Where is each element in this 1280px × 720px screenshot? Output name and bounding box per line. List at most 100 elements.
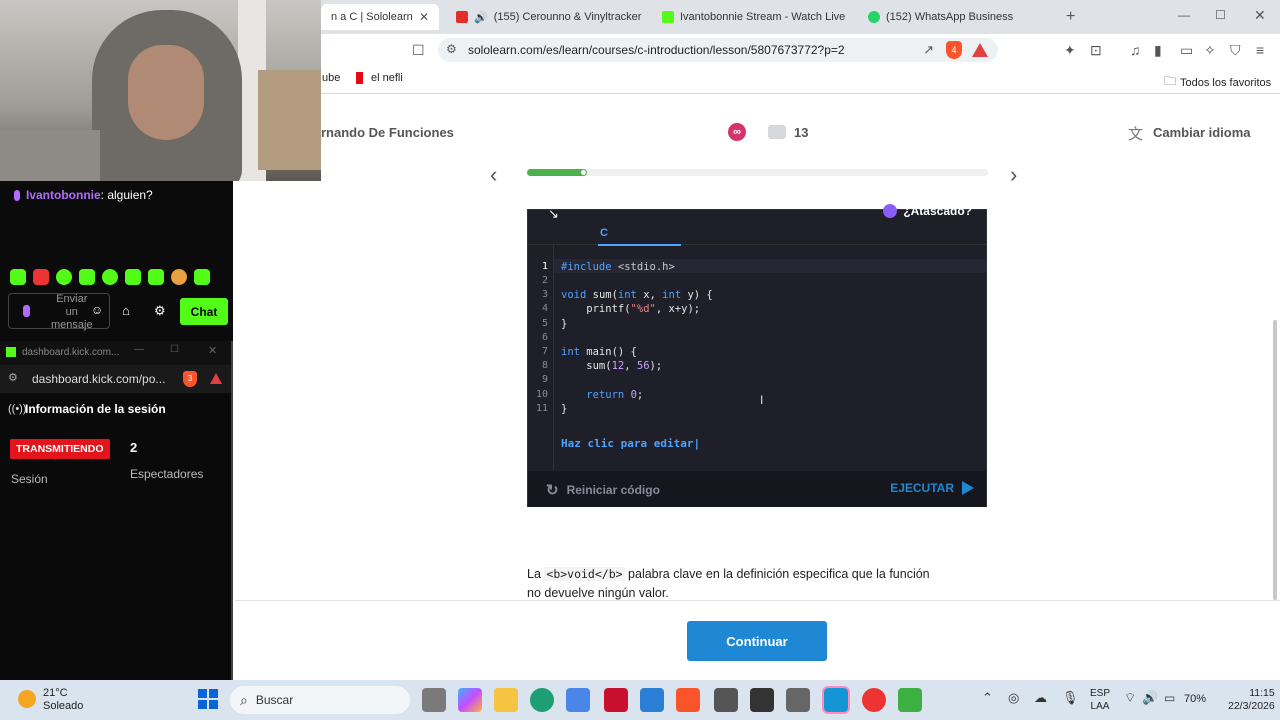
collapse-icon[interactable]: ↘ [548,206,559,222]
task-view-icon[interactable] [422,688,446,712]
tab-sololearn[interactable]: n a C | Sololearn: Lea ✕ [321,4,439,30]
bookmark-icon[interactable]: ☐ [412,42,425,59]
settings-icon[interactable]: ⚙ [154,303,166,319]
emote-icon[interactable] [33,269,49,285]
emote-icon[interactable] [79,269,95,285]
wallet-icon[interactable]: ▭ [1180,42,1193,59]
network-app-icon[interactable] [750,688,774,712]
emote-icon[interactable] [171,269,187,285]
close-icon[interactable]: ✕ [419,10,429,24]
brave-shield-icon[interactable]: 4 [946,41,962,59]
emote-icon[interactable] [102,269,118,285]
emoji-icon[interactable]: ☺ [91,303,103,317]
store-icon[interactable]: ⌂ [122,303,130,318]
battery-percent: 70% [1184,693,1207,705]
brave-shield-icon[interactable]: 3 [183,371,197,387]
live-status-badge: TRANSMITIENDO [10,439,110,459]
active-app-icon[interactable] [822,686,850,714]
page-scrollbar[interactable] [1273,320,1277,600]
leo-icon[interactable]: ✧ [1204,42,1216,59]
url-field[interactable]: ⚙ sololearn.com/es/learn/courses/c-intro… [438,38,998,62]
input-language[interactable]: ESP LAA [1090,687,1110,713]
sidebar-icon[interactable]: ▮ [1154,42,1162,59]
tab-whatsapp[interactable]: (152) WhatsApp Business [858,4,1054,30]
reset-code-button[interactable]: ↻ Reiniciar código [546,481,660,499]
code-line: #include <stdio.h> [561,261,675,273]
comments-icon[interactable] [768,125,786,139]
minimize-icon[interactable]: — [134,344,144,355]
vpn-icon[interactable]: ⛉ [1230,42,1241,59]
battery-icon[interactable]: ▭ [1164,691,1175,705]
microphone-icon[interactable]: 🎙 [1062,690,1079,706]
windows-start-icon[interactable] [198,689,218,709]
menu-icon[interactable]: ≡ [1256,42,1264,58]
copilot-icon[interactable] [458,688,482,712]
weather-widget[interactable]: 21°C Soleado [43,687,83,713]
share-icon[interactable]: ↗ [923,42,934,58]
tray-app-icon[interactable]: ◎ [1008,690,1019,706]
mcafee-icon[interactable] [604,688,628,712]
language-tab[interactable]: C [600,227,608,239]
emote-icon[interactable] [56,269,72,285]
infinity-hearts-icon[interactable]: ∞ [728,123,746,141]
emote-icon[interactable] [10,269,26,285]
minimize-icon[interactable]: — [1178,8,1190,22]
site-settings-icon[interactable]: ⚙ [446,42,457,56]
dashboard-url[interactable]: dashboard.kick.com/po... [32,372,165,386]
site-settings-icon[interactable]: ⚙ [8,371,18,384]
brave-rewards-icon[interactable] [210,373,222,384]
calculator-icon[interactable] [786,688,810,712]
run-button[interactable]: EJECUTAR [890,481,974,495]
chat-input[interactable]: Enviar un mensaje ☺ [8,293,110,331]
edit-hint[interactable]: Haz clic para editar| [561,437,700,450]
clock[interactable]: 11:15 22/3/2026 [1228,687,1275,713]
edge-icon[interactable] [530,688,554,712]
maximize-icon[interactable]: ☐ [1215,8,1226,22]
tab-kick[interactable]: Ivantobonnie Stream - Watch Live on [652,4,848,30]
volume-icon[interactable]: 🔊 [1142,690,1158,706]
window-close-icon[interactable]: ✕ [1254,7,1266,24]
search-label: Buscar [255,693,294,707]
extensions-icon[interactable]: ✦ [1064,42,1076,59]
onedrive-icon[interactable]: ☁ [1034,690,1047,706]
emote-icon[interactable] [194,269,210,285]
chevron-up-icon[interactable]: ⌃ [982,690,993,706]
taskbar-search[interactable]: ⌕ Buscar [230,686,410,714]
prev-arrow-icon[interactable]: ‹ [490,162,497,188]
change-language-link[interactable]: Cambiar idioma [1153,125,1251,140]
chrome-icon[interactable] [862,688,886,712]
all-favorites[interactable]: 🗀 Todos los favoritos [1164,72,1271,93]
music-icon[interactable]: ♫ [1130,42,1141,58]
vscode-icon[interactable] [640,688,664,712]
maximize-icon[interactable]: ☐ [170,344,179,355]
bookmark-youtube[interactable]: ube [322,72,340,84]
next-arrow-icon[interactable]: › [1010,162,1017,188]
brave-rewards-icon[interactable] [972,43,988,57]
stuck-button[interactable]: ¿Atascado? [883,204,972,218]
brave-icon[interactable] [676,688,700,712]
close-icon[interactable]: ✕ [208,344,217,357]
comments-count[interactable]: 13 [794,125,808,140]
bookmark-label: ube [322,72,341,84]
screenshot-icon[interactable]: ⊡ [1090,42,1102,59]
placeholder-line: Enviar [56,293,88,305]
kick-icon [6,347,16,357]
emote-icon[interactable] [148,269,164,285]
file-explorer-icon[interactable] [494,688,518,712]
weather-sun-icon[interactable] [18,690,36,708]
emote-icon[interactable] [125,269,141,285]
tab-youtube[interactable]: 🔊 (155) Cerounno & Vinyltracker - E [446,4,642,30]
bookmark-netflix[interactable]: el nefli [356,72,403,84]
wifi-icon[interactable]: ⌔ [1124,690,1136,706]
webcam-feed [0,0,321,181]
app-icon[interactable] [714,688,738,712]
solitaire-icon[interactable] [898,688,922,712]
continue-button[interactable]: Continuar [687,621,827,661]
chat-send-button[interactable]: Chat [180,298,228,325]
store-icon[interactable] [566,688,590,712]
translate-icon[interactable]: 文 [1128,123,1143,144]
code-area[interactable]: #include <stdio.h> void sum(int x, int y… [528,255,986,470]
code-editor[interactable]: ↘ ¿Atascado? C 1 2 3 4 5 6 7 8 9 10 11 #… [527,204,987,507]
new-tab-icon[interactable]: + [1066,8,1075,26]
chat-username[interactable]: Ivantobonnie [26,188,101,202]
